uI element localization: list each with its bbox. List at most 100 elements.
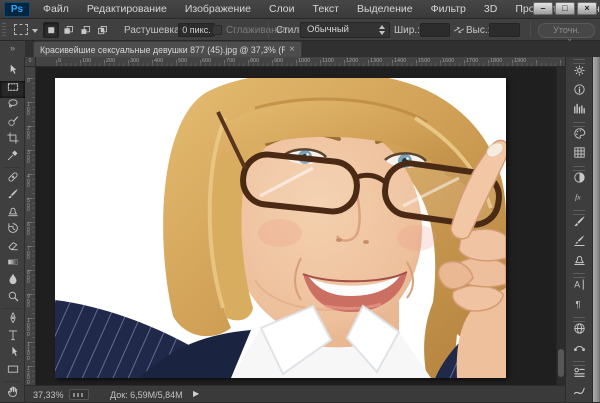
clone-stamp-tool[interactable] [0,205,25,222]
blur-tool[interactable] [0,273,25,290]
add-to-selection-button[interactable] [60,22,76,38]
options-divider [268,22,269,38]
status-menu-arrow-icon[interactable]: ▶ [193,389,199,398]
panel-group-grip[interactable] [566,164,592,170]
panel-histogram-button[interactable] [566,101,592,120]
minimize-button[interactable]: – [533,2,553,15]
hand-tool[interactable] [0,385,25,402]
menu-item-4[interactable]: Слои [260,0,304,19]
panel-adjustments-button[interactable] [566,170,592,189]
options-grip-handle[interactable] [2,23,6,37]
document-tab[interactable]: Красивейшие сексуальные девушки 877 (45)… [33,41,302,57]
style-select[interactable]: Обычный [300,22,390,38]
healing-brush-tool[interactable] [0,171,25,188]
height-input[interactable] [489,23,520,37]
panel-group-grip[interactable] [566,208,592,214]
menu-item-1[interactable]: Файл [34,0,78,19]
rectangle-tool[interactable] [0,363,25,380]
quick-selection-tool[interactable] [0,115,25,132]
menu-item-5[interactable]: Текст [304,0,348,19]
panel-color-button[interactable] [566,126,592,145]
close-button[interactable]: × [577,2,597,15]
eraser-tool[interactable] [0,239,25,256]
vertical-ruler[interactable]: 01 0 02 0 03 0 04 0 05 0 06 0 07 0 08 0 … [25,67,36,385]
history-brush-tool[interactable] [0,222,25,239]
style-select-value: Обычный [307,24,349,35]
styles-icon: fx [572,189,587,209]
type-tool[interactable] [0,329,25,346]
histogram-icon [572,101,587,121]
pen-tool[interactable] [0,312,25,329]
hruler-label: 300 [130,58,139,64]
panel-brush-presets-button[interactable] [566,233,592,252]
status-thumbnail-icon[interactable] [69,389,89,400]
panel-group-grip[interactable] [566,120,592,126]
vruler-label: 3 0 0 [27,151,30,165]
panel-brush-panel-button[interactable] [566,214,592,233]
panel-group-grip[interactable] [566,315,592,321]
vruler-label: 1 0 0 [27,103,30,117]
zoom-level-field[interactable]: 37,33% [33,390,64,400]
scrollbar-thumb[interactable] [558,349,564,377]
gradient-tool[interactable] [0,256,25,273]
panel-adjustments-sun-button[interactable] [566,63,592,82]
panel-group-grip[interactable] [566,271,592,277]
panel-character-button[interactable]: A [566,277,592,296]
lasso-tool[interactable] [0,98,25,115]
panel-clone-source-button[interactable] [566,252,592,271]
menu-bar: Ps ФайлРедактированиеИзображениеСлоиТекс… [0,0,600,19]
panel-info-button[interactable] [566,82,592,101]
canvas-viewport[interactable] [36,67,556,385]
history-icon [572,384,587,403]
hruler-label: 1700 [466,58,478,64]
tab-close-icon[interactable]: × [289,43,295,57]
maximize-button[interactable]: □ [555,2,575,15]
chevron-down-icon[interactable] [32,29,38,33]
crop-tool[interactable] [0,132,25,149]
panel-3d-button[interactable] [566,321,592,340]
tool-preset-icon[interactable] [14,24,28,35]
rectangular-marquee-tool[interactable] [0,81,25,98]
dock-groups: fx A ¶ [566,57,592,402]
vruler-label: 8 0 0 [27,271,30,285]
ruler-corner[interactable]: 0 [25,57,36,67]
eyedropper-tool[interactable] [0,149,25,166]
refine-edge-button[interactable]: Уточн. край... [538,23,595,38]
menu-item-8[interactable]: 3D [475,0,506,19]
feather-input[interactable] [178,23,215,37]
toolbar-collapse-button[interactable]: » [0,41,25,57]
3d-icon [572,321,587,341]
panel-history-button[interactable] [566,384,592,402]
vruler-label: 4 0 0 [27,175,30,189]
path-selection-tool[interactable] [0,346,25,363]
subtract-from-selection-button[interactable] [77,22,93,38]
paragraph-icon: ¶ [572,296,587,316]
menu-item-2[interactable]: Редактирование [78,0,176,19]
new-selection-button[interactable] [43,22,59,38]
intersect-selection-button[interactable] [94,22,110,38]
menu-items: ФайлРедактированиеИзображениеСлоиТекстВы… [34,0,600,19]
menu-item-6[interactable]: Выделение [348,0,422,19]
width-input[interactable] [420,23,450,37]
panel-group-grip[interactable] [566,359,592,365]
dodge-tool[interactable] [0,290,25,307]
antialias-checkbox[interactable] [212,25,222,35]
panel-paths-button[interactable] [566,340,592,359]
vertical-scrollbar[interactable] [556,67,565,385]
document-size-info: Док: 6,59M/5,84M [110,390,183,400]
panel-layer-comps-button[interactable] [566,365,592,384]
brush-panel-icon [572,214,587,234]
panel-group-grip[interactable] [566,57,592,63]
move-tool[interactable] [0,64,25,81]
brush-tool[interactable] [0,188,25,205]
menu-item-3[interactable]: Изображение [176,0,260,19]
hruler-label: 600 [202,58,211,64]
hruler-label: 400 [154,58,163,64]
panel-swatches-button[interactable] [566,145,592,164]
panel-styles-button[interactable]: fx [566,189,592,208]
panel-paragraph-button[interactable]: ¶ [566,296,592,315]
svg-text:¶: ¶ [575,299,580,309]
horizontal-ruler[interactable]: 0100200300400500600700800900100011001200… [36,57,565,67]
menu-item-7[interactable]: Фильтр [422,0,475,19]
swap-dimensions-icon[interactable] [452,23,466,37]
